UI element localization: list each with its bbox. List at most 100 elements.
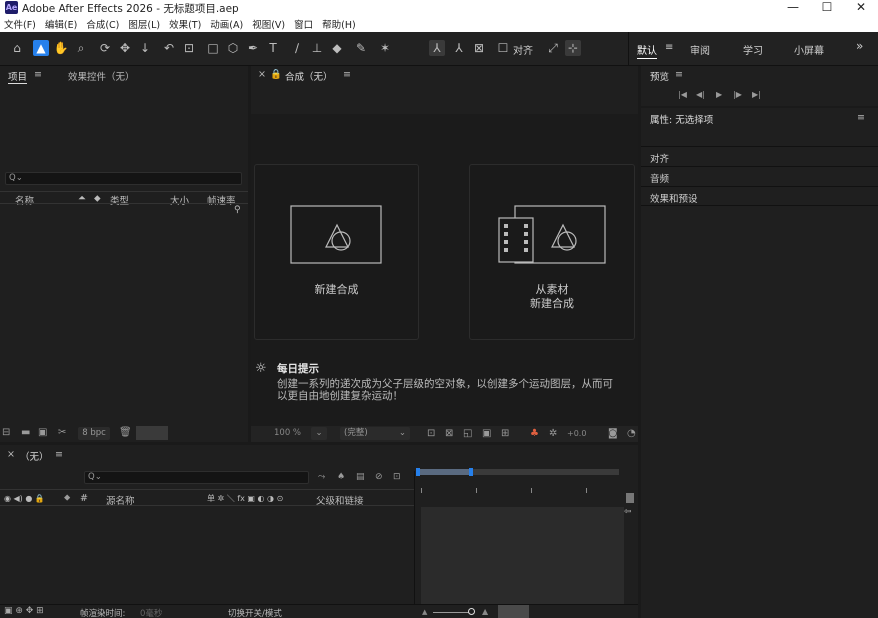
selection-tool-icon[interactable]: ▲ — [33, 40, 49, 56]
toggle-switches-modes[interactable]: 切换开关/模式 — [228, 607, 282, 618]
text-tool-icon[interactable]: T — [265, 40, 281, 56]
color-channels-icon[interactable]: ♣ — [530, 428, 539, 439]
menu-view[interactable]: 视图(V) — [252, 17, 285, 31]
roto-brush-icon[interactable]: ✎ — [353, 40, 369, 56]
snap-options-icon[interactable]: ⤢ — [545, 40, 561, 56]
fast-preview-icon[interactable]: ⊡ — [427, 428, 435, 439]
project-search-input[interactable]: Q⌄ — [5, 172, 242, 185]
menu-file[interactable]: 文件(F) — [4, 17, 36, 31]
layer-number-column[interactable]: # — [80, 493, 88, 504]
eraser-tool-icon[interactable]: ◆ — [329, 40, 345, 56]
bit-depth-button[interactable]: 8 bpc — [78, 427, 110, 440]
zoom-dropdown-icon[interactable]: ⌄ — [311, 427, 327, 440]
tab-composition[interactable]: 合成（无） — [285, 69, 333, 83]
previous-frame-icon[interactable]: ◀| — [696, 90, 705, 99]
menu-layer[interactable]: 图层(L) — [128, 17, 160, 31]
guides-icon[interactable]: ⊞ — [501, 428, 509, 439]
work-area-range[interactable] — [418, 469, 471, 475]
home-icon[interactable]: ⌂ — [9, 40, 25, 56]
preview-menu-icon[interactable]: ≡ — [675, 69, 683, 80]
view-axis-icon[interactable]: ⊠ — [471, 40, 487, 56]
comp-button-icon[interactable] — [626, 493, 634, 503]
workspace-review[interactable]: 审阅 — [690, 42, 710, 57]
anchor-tool-icon[interactable]: ⊡ — [181, 40, 197, 56]
region-of-interest-icon[interactable]: ▣ — [482, 428, 491, 439]
menu-composition[interactable]: 合成(C) — [86, 17, 119, 31]
last-frame-icon[interactable]: ▶| — [752, 90, 761, 99]
work-area-end-handle[interactable] — [469, 468, 473, 476]
zoom-slider-thumb[interactable] — [468, 608, 475, 615]
menu-edit[interactable]: 编辑(E) — [45, 17, 77, 31]
workspaces-more-icon[interactable]: » — [856, 39, 863, 53]
column-type[interactable]: 类型 — [110, 193, 129, 207]
timeline-search-input[interactable]: Q⌄ — [84, 471, 309, 484]
timeline-track-area[interactable] — [421, 507, 624, 605]
effects-presets-section[interactable]: 效果和预设 — [650, 191, 698, 205]
transparency-grid-icon[interactable]: ⊠ — [445, 428, 453, 439]
new-composition-card[interactable]: 新建合成 — [254, 164, 419, 340]
workspace-learn[interactable]: 学习 — [743, 42, 763, 57]
zoom-tool-icon[interactable]: ⌕ — [73, 40, 89, 56]
tab-timeline[interactable]: （无） — [20, 449, 49, 463]
hand-tool-icon[interactable]: ✋ — [53, 40, 69, 56]
maximize-button[interactable]: ☐ — [810, 0, 844, 16]
exposure-reset-icon[interactable]: ✲ — [549, 428, 557, 439]
pan-tool-icon[interactable]: ✥ — [117, 40, 133, 56]
snap-checkbox-icon[interactable]: ☐ — [495, 40, 511, 56]
rotate-tool-icon[interactable]: ↶ — [161, 40, 177, 56]
brush-tool-icon[interactable]: ∕ — [289, 40, 305, 56]
puppet-tool-icon[interactable]: ✶ — [377, 40, 393, 56]
world-axis-icon[interactable]: ⅄ — [451, 40, 467, 56]
rectangle-tool-icon[interactable]: □ — [205, 40, 221, 56]
new-comp-from-footage-card[interactable]: 从素材 新建合成 — [469, 164, 635, 340]
trash-icon[interactable]: 🗑 — [119, 427, 132, 438]
audio-section[interactable]: 音频 — [650, 171, 669, 185]
column-size[interactable]: 大小 — [170, 193, 189, 207]
menu-animation[interactable]: 动画(A) — [210, 17, 243, 31]
new-folder-icon[interactable]: ▬ — [21, 427, 30, 438]
local-axis-icon[interactable]: ⅄ — [429, 40, 445, 56]
project-settings-icon[interactable]: ✂ — [58, 427, 66, 438]
workspace-menu-icon[interactable]: ≡ — [665, 42, 673, 53]
column-framerate[interactable]: 帧速率 — [207, 193, 236, 207]
switches-column[interactable]: 单 ✲ ＼ fx ▣ ◐ ◑ ⊙ — [207, 493, 283, 504]
menu-help[interactable]: 帮助(H) — [322, 17, 356, 31]
shy-layers-icon[interactable]: ♠ — [337, 472, 345, 482]
zoom-out-icon[interactable]: ▲ — [422, 608, 427, 616]
mask-visibility-icon[interactable]: ◱ — [463, 428, 472, 439]
properties-menu-icon[interactable]: ≡ — [857, 112, 865, 123]
first-frame-icon[interactable]: |◀ — [678, 90, 687, 99]
flowchart-icon[interactable]: ⚲ — [234, 205, 241, 215]
clone-tool-icon[interactable]: ⊥ — [309, 40, 325, 56]
workspace-default[interactable]: 默认 — [637, 42, 657, 59]
graph-editor-icon[interactable]: ⊡ — [393, 472, 401, 482]
preview-title[interactable]: 预览 — [650, 69, 669, 83]
timeline-close-icon[interactable]: × — [7, 449, 15, 460]
column-name[interactable]: 名称 — [15, 193, 34, 207]
frame-blending-icon[interactable]: ▤ — [356, 472, 365, 482]
exposure-value[interactable]: +0.0 — [567, 429, 586, 438]
show-snapshot-icon[interactable]: ◔ — [627, 428, 636, 439]
next-frame-icon[interactable]: |▶ — [733, 90, 742, 99]
close-button[interactable]: ✕ — [844, 0, 878, 16]
zoom-slider-track[interactable] — [433, 612, 469, 613]
timeline-navigator-icon[interactable]: ⇦ — [624, 507, 632, 517]
label-column-icon[interactable]: ⬥ — [64, 493, 70, 503]
snap-label[interactable]: 对齐 — [513, 42, 533, 57]
timeline-menu-icon[interactable]: ≡ — [55, 449, 63, 460]
resolution-dropdown[interactable]: (完整) ⌄ — [340, 427, 410, 440]
zoom-level[interactable]: 100 % — [274, 428, 301, 438]
project-menu-icon[interactable]: ≡ — [34, 69, 42, 80]
workspace-small-screen[interactable]: 小屏幕 — [794, 42, 824, 57]
lock-icon[interactable]: 🔒 — [270, 69, 282, 80]
interpret-footage-icon[interactable]: ⊟ — [2, 427, 10, 438]
new-composition-icon[interactable]: ▣ — [38, 427, 47, 438]
comp-menu-icon[interactable]: ≡ — [343, 69, 351, 80]
pen-tool-icon[interactable]: ✒ — [245, 40, 261, 56]
comp-close-icon[interactable]: × — [258, 69, 266, 80]
work-area-start-handle[interactable] — [416, 468, 420, 476]
tab-project[interactable]: 项目 — [8, 69, 28, 84]
minimize-button[interactable]: — — [776, 0, 810, 16]
snap-feature-icon[interactable]: ⊹ — [565, 40, 581, 56]
time-navigator-bar[interactable] — [498, 605, 529, 618]
